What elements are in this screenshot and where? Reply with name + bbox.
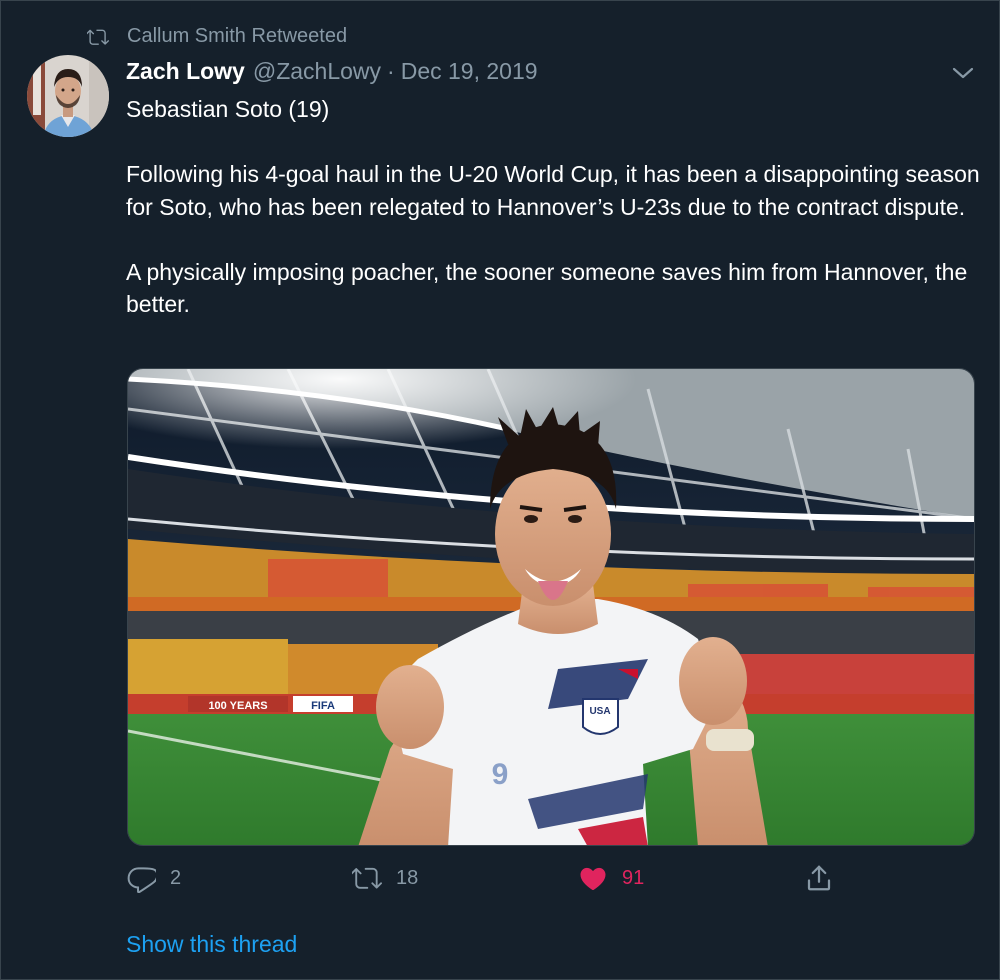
- tweet-photo[interactable]: 100 YEARS FIFA USA 9: [127, 368, 975, 846]
- separator-dot: ·: [387, 58, 395, 84]
- tweet-card[interactable]: Callum Smith Retweeted Zach Lowy @ZachLo…: [0, 0, 1000, 980]
- share-button[interactable]: [804, 863, 848, 893]
- heart-icon: [580, 867, 606, 891]
- retweet-count: 18: [396, 866, 419, 889]
- tweet-header: Zach Lowy @ZachLowy · Dec 19, 2019: [126, 58, 538, 85]
- tweet-paragraph: Following his 4-goal haul in the U-20 Wo…: [126, 161, 980, 220]
- jersey-number: 9: [492, 758, 509, 791]
- user-handle[interactable]: @ZachLowy: [253, 58, 381, 85]
- retweet-icon: [352, 867, 382, 889]
- like-count: 91: [622, 866, 645, 889]
- board-text: FIFA: [311, 700, 335, 712]
- tweet-line-title: Sebastian Soto (19): [126, 96, 330, 122]
- tweet-actions: 2 18 91: [126, 863, 846, 899]
- chevron-down-icon[interactable]: [951, 63, 975, 83]
- share-icon: [807, 865, 831, 891]
- retweet-context-text[interactable]: Callum Smith Retweeted: [127, 25, 347, 48]
- tweet-text: Sebastian Soto (19) Following his 4-goal…: [126, 93, 986, 321]
- reply-button[interactable]: 2: [126, 863, 181, 893]
- retweet-button[interactable]: 18: [352, 863, 418, 893]
- board-text: 100 YEARS: [208, 700, 267, 712]
- reply-count: 2: [170, 866, 182, 889]
- avatar[interactable]: [27, 55, 109, 137]
- display-name[interactable]: Zach Lowy: [126, 58, 245, 85]
- jersey-badge-text: USA: [589, 706, 610, 717]
- retweet-context: Callum Smith Retweeted: [87, 25, 347, 48]
- tweet-date[interactable]: Dec 19, 2019: [401, 58, 538, 85]
- tweet-paragraph: A physically imposing poacher, the soone…: [126, 258, 968, 318]
- retweet-icon: [87, 29, 109, 45]
- reply-icon: [127, 867, 156, 893]
- like-button[interactable]: 91: [578, 863, 644, 893]
- show-thread-link[interactable]: Show this thread: [126, 931, 297, 958]
